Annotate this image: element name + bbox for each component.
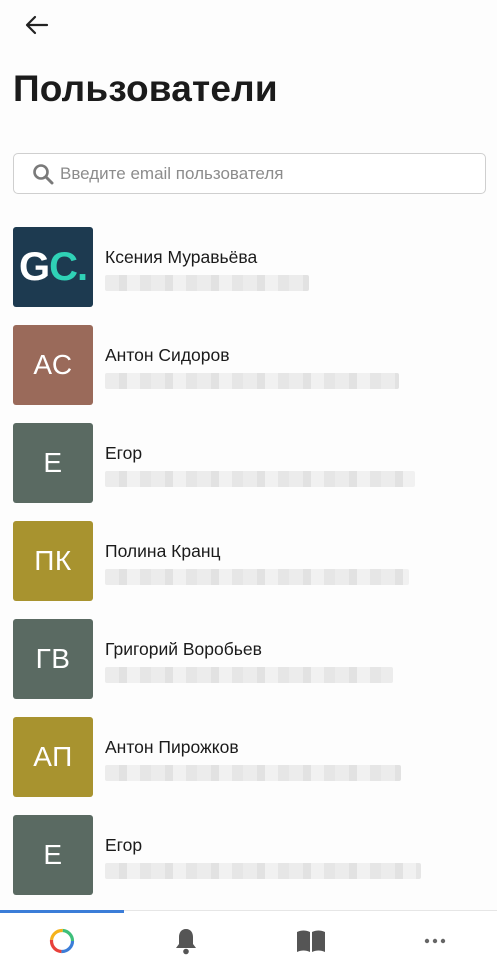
more-icon xyxy=(424,938,446,944)
user-name: Антон Пирожков xyxy=(105,737,239,757)
user-list: GC. Ксения Муравьёва АС Антон Сидоров Е … xyxy=(0,227,497,913)
user-list-item[interactable]: АП Антон Пирожков xyxy=(0,717,497,815)
user-name: Полина Кранц xyxy=(105,541,221,561)
bottom-nav xyxy=(0,910,497,971)
bell-icon xyxy=(176,929,197,955)
search-input[interactable] xyxy=(60,154,485,193)
user-email-redacted xyxy=(105,275,309,291)
avatar-logo-text: GC. xyxy=(18,244,88,289)
user-list-item[interactable]: ПК Полина Кранц xyxy=(0,521,497,619)
nav-item-notifications[interactable] xyxy=(124,911,248,971)
active-tab-indicator xyxy=(0,910,124,913)
user-list-item[interactable]: Е Егор xyxy=(0,423,497,521)
user-email-redacted xyxy=(105,569,409,585)
user-name: Егор xyxy=(105,835,143,855)
avatar: Е xyxy=(13,815,93,895)
user-list-item[interactable]: GC. Ксения Муравьёва xyxy=(0,227,497,325)
user-email-redacted xyxy=(105,667,393,683)
avatar: ПК xyxy=(13,521,93,601)
back-button[interactable] xyxy=(22,12,52,38)
user-list-item[interactable]: Е Егор xyxy=(0,815,497,913)
user-name: Ксения Муравьёва xyxy=(105,247,258,267)
avatar: АС xyxy=(13,325,93,405)
user-name: Григорий Воробьев xyxy=(105,639,262,659)
avatar: АП xyxy=(13,717,93,797)
user-email-redacted xyxy=(105,373,399,389)
avatar: Е xyxy=(13,423,93,503)
nav-item-home[interactable] xyxy=(0,911,124,971)
user-name: Антон Сидоров xyxy=(105,345,230,365)
page-title: Пользователи xyxy=(13,68,278,109)
avatar: GC. xyxy=(13,227,93,307)
book-icon xyxy=(296,930,325,952)
user-name: Егор xyxy=(105,443,143,463)
nav-item-more[interactable] xyxy=(373,911,497,971)
nav-item-library[interactable] xyxy=(249,911,373,971)
user-email-redacted xyxy=(105,863,421,879)
user-list-item[interactable]: АС Антон Сидоров xyxy=(0,325,497,423)
avatar: ГВ xyxy=(13,619,93,699)
search-icon xyxy=(32,163,54,185)
users-screen: Пользователи GC. Ксения Муравьёва АС Ант… xyxy=(0,0,497,971)
search-box[interactable] xyxy=(13,153,486,194)
user-email-redacted xyxy=(105,471,415,487)
user-email-redacted xyxy=(105,765,401,781)
arrow-left-icon xyxy=(25,15,49,35)
user-list-item[interactable]: ГВ Григорий Воробьев xyxy=(0,619,497,717)
app-logo-icon xyxy=(50,928,75,954)
